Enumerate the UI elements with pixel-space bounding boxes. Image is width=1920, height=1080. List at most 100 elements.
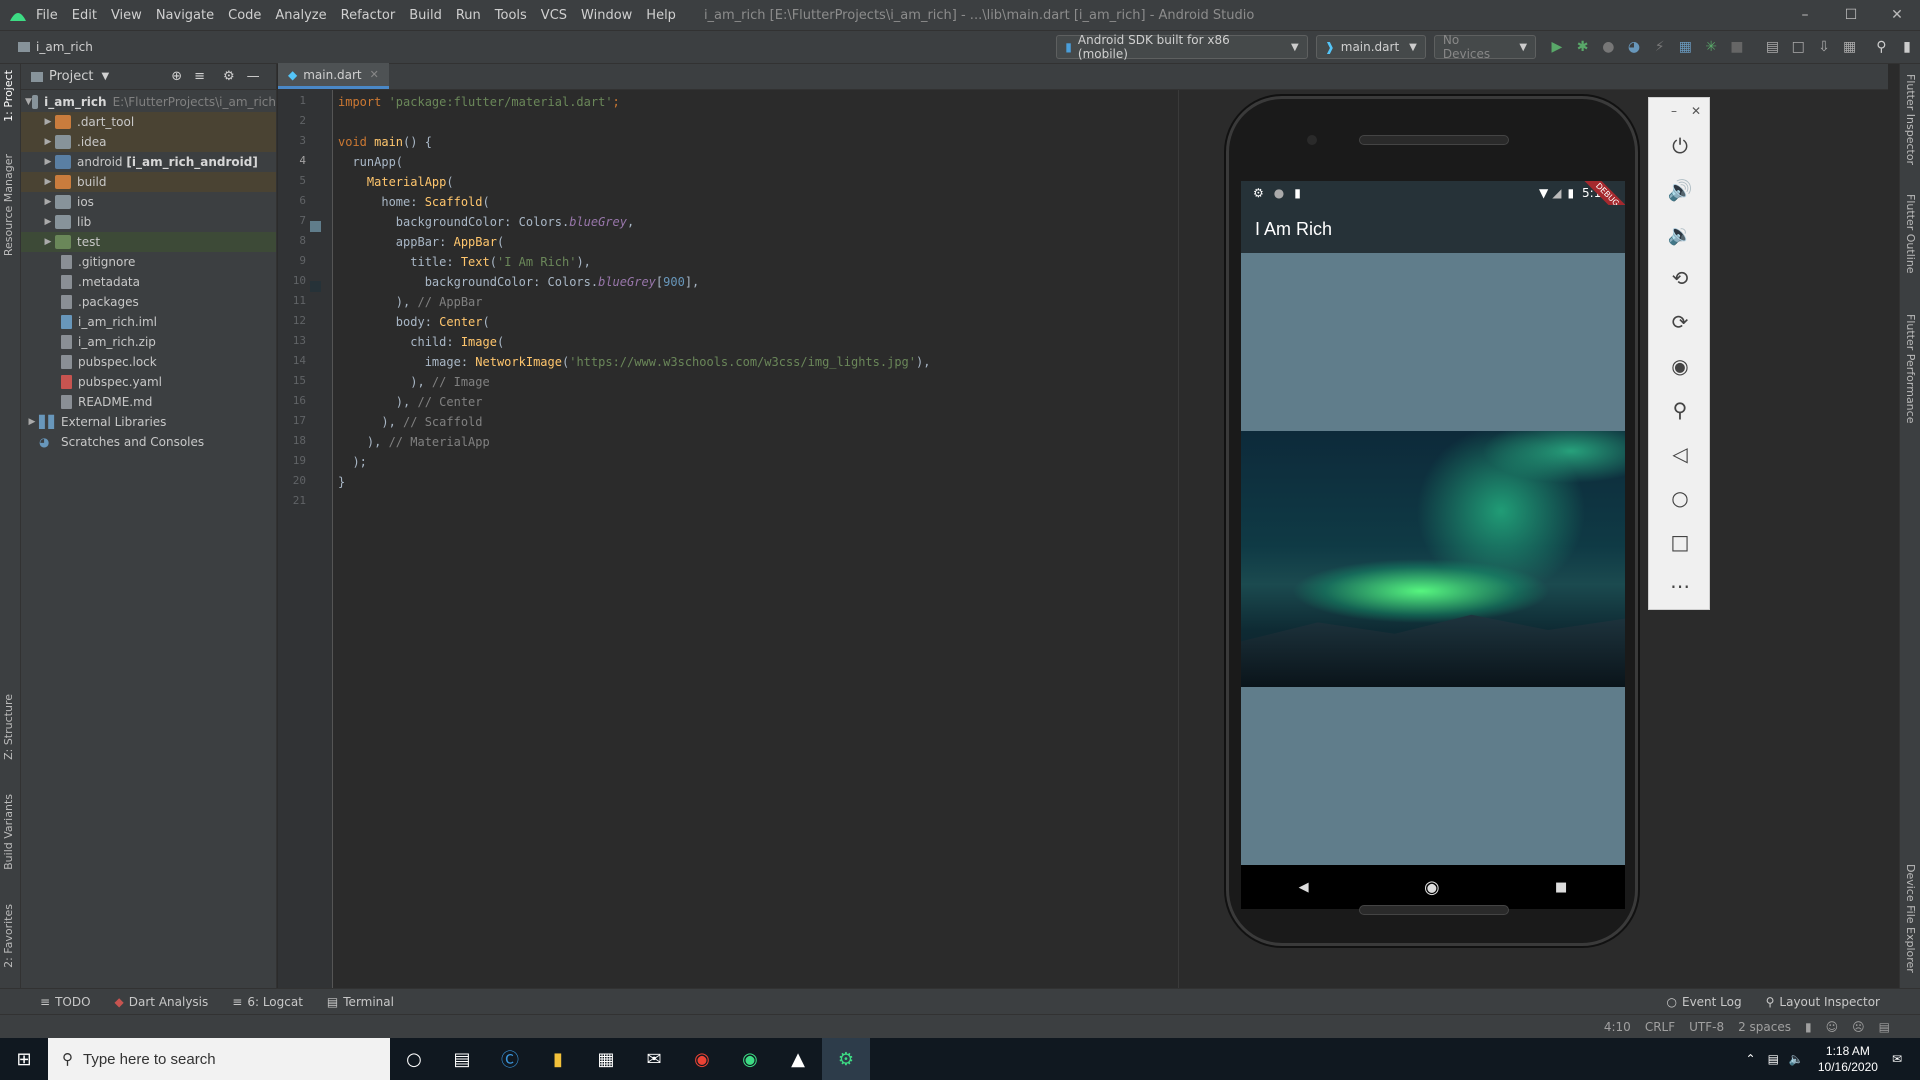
tree-item-idea[interactable]: ▶ .idea [21, 132, 276, 152]
sync-icon[interactable]: ▤ [1760, 35, 1786, 59]
close-icon[interactable]: ✕ [1874, 0, 1920, 30]
cortana-icon[interactable]: ○ [390, 1038, 438, 1080]
search-icon[interactable]: ⚲ [1868, 35, 1894, 59]
collapsed-arrow-icon[interactable]: ▶ [41, 157, 55, 167]
caret-position[interactable]: 4:10 [1604, 1020, 1631, 1034]
volume-icon[interactable]: 🔈 [1789, 1052, 1804, 1066]
menu-vcs[interactable]: VCS [541, 8, 567, 23]
emulator-taskbar-icon[interactable]: ⚙ [822, 1038, 870, 1080]
dart-analysis-tab[interactable]: ◆ Dart Analysis [115, 995, 209, 1009]
debug-icon[interactable]: ✱ [1570, 35, 1596, 59]
android-studio-taskbar-icon[interactable]: ◉ [726, 1038, 774, 1080]
collapsed-arrow-icon[interactable]: ▶ [41, 237, 55, 247]
overview-icon[interactable]: □ [1649, 520, 1711, 564]
more-icon[interactable]: ⋯ [1649, 564, 1711, 608]
rotate-right-icon[interactable]: ⟳ [1649, 300, 1711, 344]
collapsed-arrow-icon[interactable]: ▶ [25, 417, 39, 427]
run-config-select[interactable]: ❱ main.dart ▼ [1315, 35, 1426, 59]
chevron-down-icon[interactable]: ▼ [101, 71, 109, 82]
tree-item-test[interactable]: ▶ test [21, 232, 276, 252]
recents-icon[interactable]: ■ [1555, 880, 1567, 895]
line-separator[interactable]: CRLF [1645, 1020, 1675, 1034]
back-icon[interactable]: ◁ [1649, 432, 1711, 476]
windows-start-icon[interactable]: ⊞ [0, 1038, 48, 1080]
tree-root[interactable]: ▼ i_am_rich E:\FlutterProjects\i_am_rich [21, 92, 276, 112]
locate-icon[interactable]: ⊕ [171, 69, 182, 84]
back-icon[interactable]: ◀ [1299, 880, 1309, 895]
taskbar-search[interactable]: ⚲ Type here to search [48, 1038, 390, 1080]
menu-edit[interactable]: Edit [72, 8, 97, 23]
camera-icon[interactable]: ◉ [1649, 344, 1711, 388]
collapsed-arrow-icon[interactable]: ▶ [41, 137, 55, 147]
mail-icon[interactable]: ✉ [630, 1038, 678, 1080]
menu-window[interactable]: Window [581, 8, 632, 23]
menu-analyze[interactable]: Analyze [275, 8, 326, 23]
attach-icon[interactable]: ● [1595, 35, 1621, 59]
tab-project[interactable]: 1: Project [2, 70, 15, 122]
home-icon[interactable]: ○ [1649, 476, 1711, 520]
photos-icon[interactable]: ▲ [774, 1038, 822, 1080]
collapsed-arrow-icon[interactable]: ▶ [41, 197, 55, 207]
volume-up-icon[interactable]: 🔊 [1649, 168, 1711, 212]
feedback-icon[interactable]: ☹ [1852, 1020, 1865, 1034]
tree-item-lib[interactable]: ▶ lib [21, 212, 276, 232]
file-encoding[interactable]: UTF-8 [1689, 1020, 1724, 1034]
project-structure-icon[interactable]: ▦ [1837, 35, 1863, 59]
tree-item-packages[interactable]: .packages [21, 292, 276, 312]
inspector-icon[interactable]: ☺ [1826, 1020, 1839, 1034]
logcat-tab[interactable]: ≡ 6: Logcat [232, 995, 303, 1009]
volume-down-icon[interactable]: 🔉 [1649, 212, 1711, 256]
maximize-icon[interactable]: ☐ [1828, 0, 1874, 30]
apply-changes-icon[interactable]: ▦ [1673, 35, 1699, 59]
menu-code[interactable]: Code [228, 8, 261, 23]
sdk-manager-icon[interactable]: ⇩ [1811, 35, 1837, 59]
minimize-icon[interactable]: – [1782, 0, 1828, 30]
task-view-icon[interactable]: ▤ [438, 1038, 486, 1080]
menu-view[interactable]: View [111, 8, 142, 23]
tab-flutter-outline[interactable]: Flutter Outline [1904, 194, 1917, 274]
tree-item-readme[interactable]: README.md [21, 392, 276, 412]
power-icon[interactable]: ⏻ [1649, 124, 1711, 168]
tree-item-build[interactable]: ▶ build [21, 172, 276, 192]
tree-item-ios[interactable]: ▶ ios [21, 192, 276, 212]
tree-item-external-libraries[interactable]: ▶ ▋▋ External Libraries [21, 412, 276, 432]
tree-item-dart-tool[interactable]: ▶ .dart_tool [21, 112, 276, 132]
trash-icon[interactable]: ▤ [1879, 1020, 1890, 1034]
tree-item-scratches[interactable]: ◕ Scratches and Consoles [21, 432, 276, 452]
device-target-select[interactable]: ▮ Android SDK built for x86 (mobile) ▼ [1056, 33, 1308, 61]
menu-build[interactable]: Build [409, 8, 442, 23]
menu-help[interactable]: Help [646, 8, 676, 23]
collapsed-arrow-icon[interactable]: ▶ [41, 177, 55, 187]
hot-reload-icon[interactable]: ⚡ [1647, 35, 1673, 59]
stop-icon[interactable]: ■ [1724, 35, 1750, 59]
clock[interactable]: 1:18 AM 10/16/2020 [1818, 1043, 1878, 1075]
tree-item-pubspec-lock[interactable]: pubspec.lock [21, 352, 276, 372]
home-icon[interactable]: ◉ [1424, 877, 1440, 898]
terminal-tab[interactable]: ▤ Terminal [327, 995, 394, 1009]
tab-flutter-inspector[interactable]: Flutter Inspector [1904, 74, 1917, 165]
gear-icon[interactable]: ⚙ [223, 69, 235, 84]
menu-tools[interactable]: Tools [495, 8, 527, 23]
tab-flutter-performance[interactable]: Flutter Performance [1904, 314, 1917, 423]
menu-navigate[interactable]: Navigate [156, 8, 214, 23]
network-icon[interactable]: ▤ [1768, 1052, 1779, 1066]
close-tab-icon[interactable]: ✕ [370, 68, 379, 81]
project-view-select[interactable]: Project [49, 69, 93, 84]
rotate-left-icon[interactable]: ⟲ [1649, 256, 1711, 300]
store-icon[interactable]: ▦ [582, 1038, 630, 1080]
devices-select[interactable]: No Devices ▼ [1433, 33, 1537, 61]
tree-item-metadata[interactable]: .metadata [21, 272, 276, 292]
notification-center-icon[interactable]: ✉ [1892, 1052, 1902, 1066]
device-manager-icon[interactable]: ▮ [1894, 35, 1920, 59]
tab-favorites[interactable]: 2: Favorites [2, 904, 15, 968]
edge-icon[interactable]: Ⓒ [486, 1038, 534, 1080]
menu-refactor[interactable]: Refactor [341, 8, 396, 23]
tab-resource-manager[interactable]: Resource Manager [2, 154, 15, 256]
layout-inspector-tab[interactable]: ⚲ Layout Inspector [1766, 995, 1880, 1009]
hide-panel-icon[interactable]: — [247, 69, 260, 84]
tree-item-iml[interactable]: i_am_rich.iml [21, 312, 276, 332]
close-icon[interactable]: ✕ [1691, 104, 1701, 118]
tab-structure[interactable]: Z: Structure [2, 694, 15, 760]
tab-main-dart[interactable]: ◆ main.dart ✕ [278, 63, 389, 89]
run-icon[interactable]: ▶ [1544, 35, 1570, 59]
